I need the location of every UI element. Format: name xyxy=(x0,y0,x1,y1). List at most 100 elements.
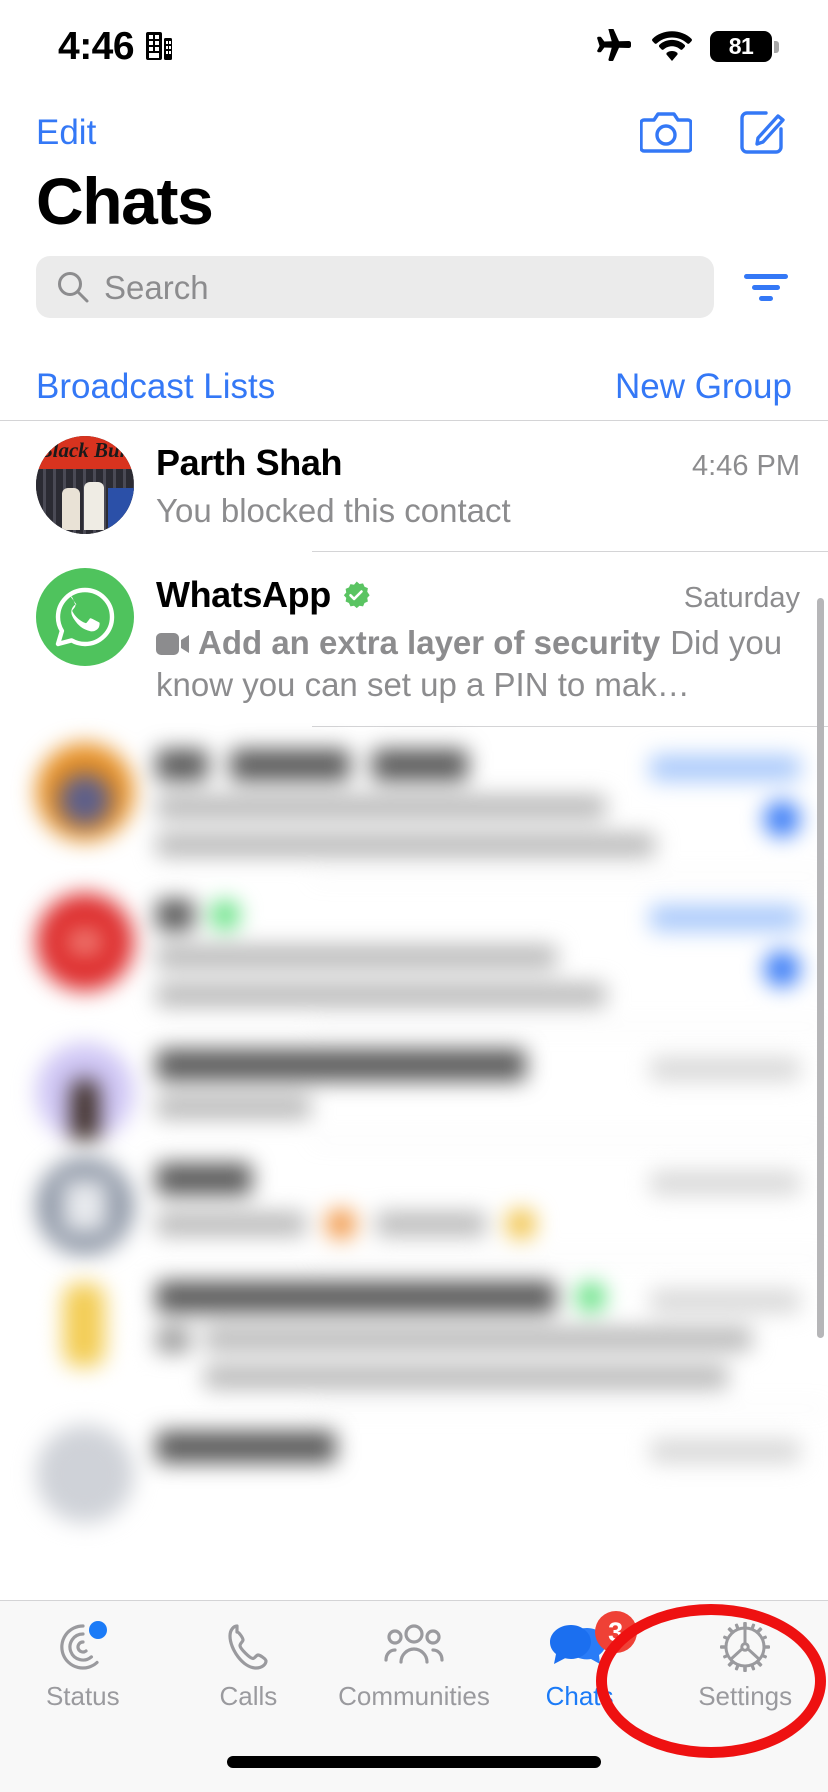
compose-icon[interactable] xyxy=(738,108,788,156)
unread-indicator xyxy=(764,950,800,987)
chat-row-obscured-6[interactable] xyxy=(0,1409,828,1523)
tab-bar: Status Calls Communities 3 Chats Setting… xyxy=(0,1600,828,1792)
settings-icon-wrap xyxy=(718,1619,772,1675)
chat-row-parth-shah[interactable]: Black Bun Parth Shah 4:46 PM You blocked… xyxy=(0,420,828,553)
gear-icon xyxy=(720,1622,771,1672)
search-row: Search xyxy=(0,256,828,318)
chat-list[interactable]: Black Bun Parth Shah 4:46 PM You blocked… xyxy=(0,420,828,1584)
page-title: Chats xyxy=(36,164,214,238)
tab-calls[interactable]: Calls xyxy=(166,1601,332,1737)
verified-badge-icon xyxy=(343,581,370,609)
new-group-button[interactable]: New Group xyxy=(615,369,792,404)
tab-settings[interactable]: Settings xyxy=(662,1601,828,1737)
tab-label: Chats xyxy=(545,1681,614,1711)
chat-row-header xyxy=(156,1162,800,1195)
avatar-photo: Black Bun xyxy=(36,436,134,534)
chat-row-body xyxy=(156,877,828,1027)
avatar[interactable] xyxy=(36,1274,134,1373)
status-icon-wrap xyxy=(57,1619,109,1675)
search-input[interactable]: Search xyxy=(36,256,714,318)
battery-indicator: 81 xyxy=(710,30,779,62)
status-bar-left: 4:46 xyxy=(58,27,173,66)
whatsapp-chats-screen: 4:46 81 Edit Chats Search Broadcast List… xyxy=(0,0,828,1792)
chat-row-header xyxy=(156,748,800,781)
calls-icon-wrap xyxy=(223,1619,273,1675)
edit-button[interactable]: Edit xyxy=(36,115,96,150)
chat-row-body xyxy=(156,1027,828,1141)
chat-row-header: Parth Shah 4:46 PM xyxy=(156,442,800,484)
communities-icon xyxy=(384,1624,444,1664)
whatsapp-logo-icon xyxy=(36,568,134,667)
tab-label: Settings xyxy=(698,1681,793,1711)
chat-preview: Add an extra layer of security Did you kn… xyxy=(156,622,800,706)
chat-row-header: WhatsApp Saturday xyxy=(156,574,800,616)
video-camera-icon xyxy=(156,633,189,656)
status-bar: 4:46 81 xyxy=(0,0,828,92)
status-bar-right: 81 xyxy=(594,29,779,63)
battery-percent: 81 xyxy=(728,32,754,59)
filter-icon[interactable] xyxy=(740,273,792,301)
chat-row-header xyxy=(156,1430,800,1463)
navigation-bar: Edit xyxy=(0,92,828,172)
tab-chats[interactable]: 3 Chats xyxy=(497,1601,663,1737)
home-indicator xyxy=(227,1756,601,1768)
tab-label: Communities xyxy=(338,1681,490,1711)
avatar[interactable] xyxy=(36,742,134,841)
chat-row-body xyxy=(156,727,828,877)
chat-timestamp xyxy=(650,904,800,931)
chat-row-body: WhatsApp Saturday Add an extra layer of … xyxy=(156,552,828,727)
avatar[interactable] xyxy=(36,568,134,667)
tab-bar-items: Status Calls Communities 3 Chats Setting… xyxy=(0,1601,828,1737)
chat-row-header xyxy=(156,1048,800,1081)
screen-record-icon xyxy=(146,32,173,60)
avatar-image xyxy=(36,742,134,841)
phone-icon xyxy=(228,1624,268,1670)
avatar[interactable] xyxy=(36,1156,134,1255)
chat-timestamp xyxy=(650,1056,800,1081)
quick-links: Broadcast Lists New Group xyxy=(0,355,828,417)
chat-row-obscured-5[interactable] xyxy=(0,1259,828,1409)
chat-preview-bold: Add an extra layer of security xyxy=(198,624,661,662)
airplane-mode-icon xyxy=(597,29,631,61)
camera-icon[interactable] xyxy=(640,109,692,155)
chat-row-obscured-2[interactable] xyxy=(0,877,828,1027)
chat-row-body xyxy=(156,1409,828,1523)
chat-row-header xyxy=(156,1280,800,1313)
chat-row-obscured-4[interactable] xyxy=(0,1141,828,1259)
avatar[interactable] xyxy=(36,1424,134,1523)
avatar-image xyxy=(36,1274,134,1373)
wifi-icon xyxy=(652,31,692,61)
communities-icon-wrap xyxy=(383,1619,445,1675)
tab-label: Calls xyxy=(219,1681,278,1711)
chat-timestamp: 4:46 PM xyxy=(692,450,800,482)
chat-row-body xyxy=(156,1259,828,1409)
chat-row-whatsapp[interactable]: WhatsApp Saturday Add an extra layer of … xyxy=(0,552,828,727)
tab-communities[interactable]: Communities xyxy=(331,1601,497,1737)
chat-timestamp xyxy=(650,1288,800,1313)
chats-icon-wrap: 3 xyxy=(549,1611,637,1675)
avatar-image xyxy=(36,1424,134,1523)
avatar[interactable] xyxy=(36,892,134,991)
avatar-image xyxy=(36,892,134,991)
avatar-image xyxy=(36,1156,134,1255)
chat-timestamp: Saturday xyxy=(683,582,800,615)
chat-timestamp xyxy=(650,1438,800,1463)
avatar-photo-caption: Black Bun xyxy=(38,438,132,462)
scrollbar[interactable] xyxy=(817,598,824,1338)
chat-row-obscured-1[interactable] xyxy=(0,727,828,877)
chat-name: Parth Shah xyxy=(156,442,343,483)
chat-row-body xyxy=(156,1141,828,1259)
tab-label: Status xyxy=(45,1681,120,1711)
chat-row-obscured-3[interactable] xyxy=(0,1027,828,1141)
nav-actions xyxy=(640,108,788,156)
search-icon xyxy=(58,272,89,303)
avatar[interactable] xyxy=(36,1042,134,1141)
unread-indicator xyxy=(764,800,800,837)
chat-row-header xyxy=(156,898,800,931)
avatar[interactable]: Black Bun xyxy=(36,436,134,534)
chat-name: WhatsApp xyxy=(156,574,331,616)
chat-timestamp xyxy=(650,754,800,781)
broadcast-lists-button[interactable]: Broadcast Lists xyxy=(36,369,275,404)
tab-status[interactable]: Status xyxy=(0,1601,166,1737)
search-placeholder: Search xyxy=(104,268,209,306)
